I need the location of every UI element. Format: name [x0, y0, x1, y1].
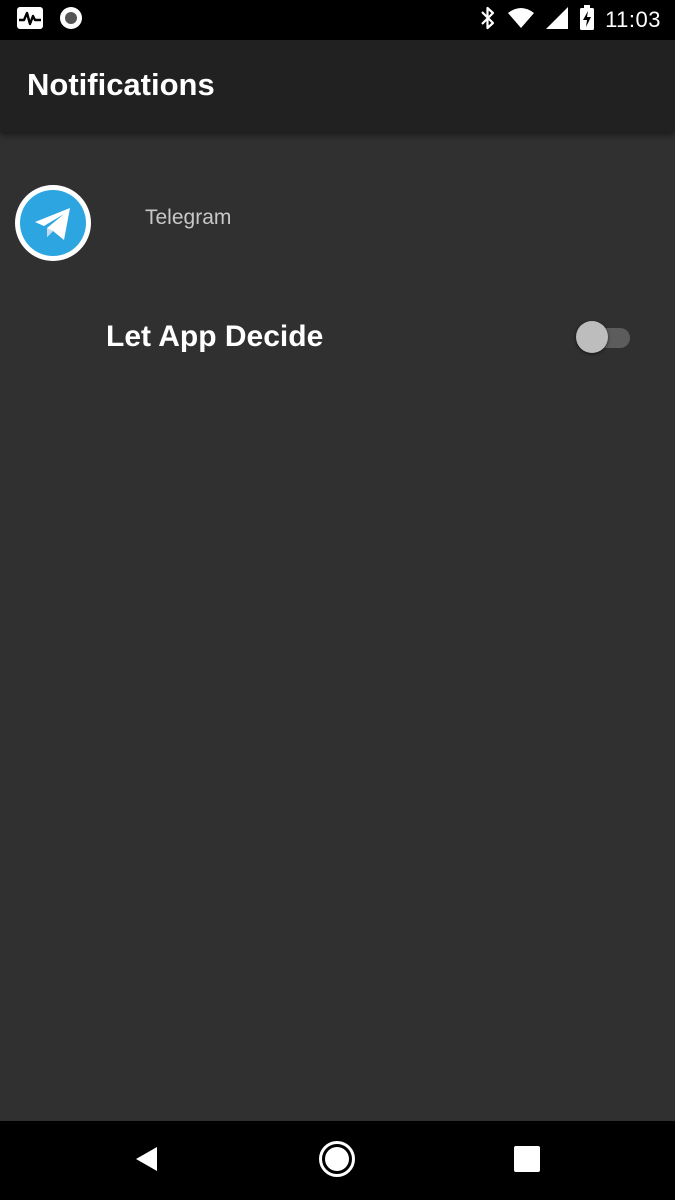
app-name: Telegram [145, 206, 232, 229]
bluetooth-icon [479, 5, 497, 36]
home-icon [318, 1140, 356, 1183]
cell-signal-icon [545, 6, 569, 35]
let-app-decide-row[interactable]: Let App Decide [0, 300, 675, 376]
status-bar: 11:03 [0, 0, 675, 40]
back-button[interactable] [125, 1139, 169, 1183]
record-icon [58, 5, 84, 36]
battery-charging-icon [579, 4, 595, 36]
wifi-icon [507, 6, 535, 35]
toggle-thumb [576, 321, 608, 353]
setting-label: Let App Decide [106, 320, 324, 353]
page-title: Notifications [27, 67, 215, 102]
recents-icon [513, 1145, 541, 1178]
activity-monitor-icon [16, 6, 44, 35]
let-app-decide-toggle[interactable] [576, 320, 632, 354]
screen: 11:03 Notifications Telegram Let App Dec… [0, 0, 675, 1200]
recents-button[interactable] [505, 1139, 549, 1183]
home-button[interactable] [315, 1139, 359, 1183]
status-time: 11:03 [605, 7, 661, 32]
app-bar: Notifications [0, 40, 675, 132]
back-icon [132, 1144, 162, 1179]
app-row: Telegram [0, 182, 675, 264]
navigation-bar [0, 1121, 675, 1200]
telegram-icon [14, 184, 92, 262]
